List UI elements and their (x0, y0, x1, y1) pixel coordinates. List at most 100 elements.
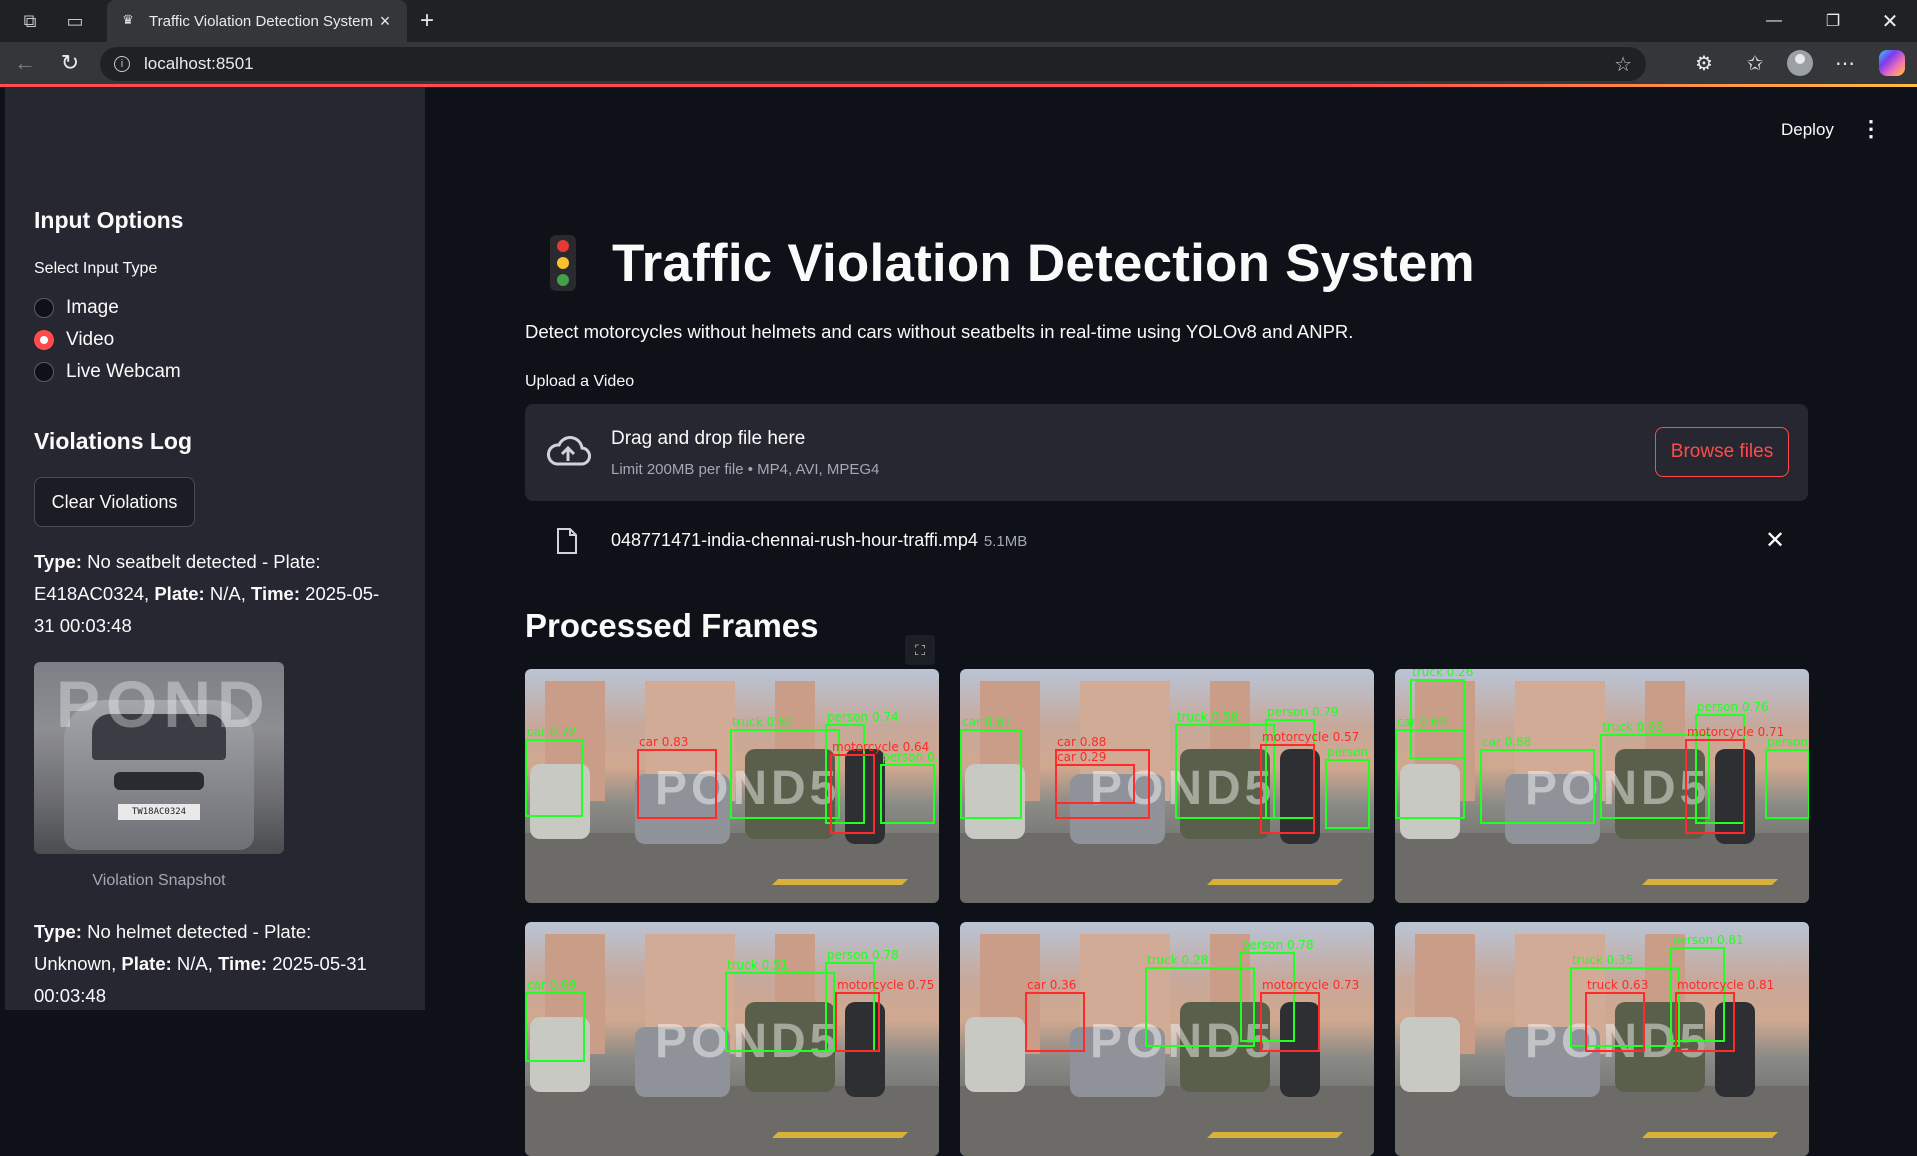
detection-label: person 0.74 (827, 710, 899, 724)
new-tab-icon[interactable]: + (412, 0, 442, 42)
favorites-icon[interactable]: ✩ (1733, 42, 1777, 84)
detection-label: person 0.79 (1267, 705, 1339, 719)
detection-label: car 0.88 (1482, 735, 1532, 749)
site-info-icon[interactable]: i (114, 56, 130, 72)
minimize-icon[interactable]: — (1746, 0, 1802, 42)
detection-label: motorcycle 0.81 (1677, 978, 1775, 992)
back-icon[interactable]: ← (3, 42, 47, 84)
main-menu-icon[interactable]: ⋮ (1860, 116, 1882, 142)
detection-box: truck 0.28 (1145, 953, 1255, 1047)
url-text: localhost:8501 (144, 54, 254, 73)
detection-box: person 0.5 (880, 750, 939, 824)
dropzone-instructions: Drag and drop file here (611, 428, 806, 449)
window-close-icon[interactable]: ✕ (1862, 0, 1917, 42)
detection-box: car 0.88 (1480, 735, 1595, 824)
upload-label: Upload a Video (525, 373, 635, 390)
streamlit-favicon-icon: ♛ (122, 12, 134, 27)
profile-icon[interactable] (1778, 42, 1822, 84)
detection-label: car 0.83 (639, 735, 689, 749)
uploaded-file-name: 048771471-india-chennai-rush-hour-traffi… (611, 530, 1028, 550)
dropzone-limit: Limit 200MB per file • MP4, AVI, MPEG4 (611, 461, 880, 478)
copilot-icon[interactable] (1870, 42, 1914, 84)
fullscreen-icon[interactable]: ⛶ (905, 635, 935, 665)
processed-frame-image: POND5 car 0.61 car 0.88 car 0.29 truck 0.58 p… (960, 669, 1374, 903)
detection-box: person (1325, 745, 1370, 829)
url-input[interactable]: i localhost:8501 ☆ (100, 47, 1646, 81)
extensions-icon[interactable]: ⚙ (1682, 42, 1726, 84)
file-icon (557, 528, 577, 554)
clear-violations-button[interactable]: Clear Violations (34, 477, 195, 527)
detection-box: truck 0.62 (730, 715, 840, 819)
processed-frame-image: POND5 truck 0.28 car 0.36 person 0.78 motorc… (960, 922, 1374, 1156)
detection-label: motorcycle 0.73 (1262, 978, 1360, 992)
processed-frame-image: POND5 car 0.69 truck 0.51 person 0.78 motorc… (525, 922, 939, 1156)
snapshot-watermark: POND (56, 667, 271, 741)
close-tab-icon[interactable]: × (375, 11, 395, 32)
favorite-star-icon[interactable]: ☆ (1614, 52, 1632, 77)
radio-unchecked-icon (34, 362, 54, 382)
sidebar: Input Options Select Input Type Image Vi… (5, 87, 425, 1010)
detection-label: person 0.78 (1242, 938, 1314, 952)
workspaces-icon[interactable]: ⧉ (10, 0, 50, 42)
radio-live-webcam[interactable]: Live Webcam (34, 361, 181, 383)
detection-box: car 0.69 (525, 978, 585, 1062)
detection-label: motorcycle 0.75 (837, 978, 935, 992)
detection-box: motorcycle 0.71 (1685, 725, 1784, 834)
detection-box: motorcycle 0.57 (1260, 730, 1359, 834)
detection-label: car 0.69 (527, 978, 577, 992)
detection-label: person 0.76 (1697, 700, 1769, 714)
detection-label: truck 0.63 (1587, 978, 1649, 992)
browser-tab[interactable]: ♛ Traffic Violation Detection System × (107, 0, 407, 42)
traffic-light-icon (550, 235, 576, 291)
detection-box: car 0.36 (1025, 978, 1085, 1052)
detection-box: motorcycle 0.81 (1675, 978, 1774, 1052)
detection-box: car 0.61 (960, 715, 1022, 819)
radio-video[interactable]: Video (34, 329, 114, 351)
detection-box: truck 0.51 (725, 958, 835, 1052)
detection-box: motorcycle 0.75 (835, 978, 934, 1052)
processed-frame-image: POND5 truck 0.26 car 0.64 car 0.88 truck 0.6… (1395, 669, 1809, 903)
radio-label: Live Webcam (66, 361, 181, 382)
tab-actions-icon[interactable]: ▭ (55, 0, 95, 42)
page-subtitle: Detect motorcycles without helmets and c… (525, 321, 1354, 342)
detection-label: car 0.61 (962, 715, 1012, 729)
detection-label: person 0.78 (827, 948, 899, 962)
detection-label: person (1767, 735, 1809, 749)
browse-files-button[interactable]: Browse files (1655, 427, 1789, 477)
violation-entry: Type: No helmet detected - Plate: Unknow… (34, 921, 367, 1006)
detection-box: person (1765, 735, 1809, 819)
detection-label: truck 0.58 (1177, 710, 1239, 724)
detection-label: car 0.64 (1397, 715, 1447, 729)
violations-log-heading: Violations Log (34, 428, 193, 454)
radio-unchecked-icon (34, 298, 54, 318)
processed-frame-image: POND5 car 0.72 car 0.83 truck 0.62 person 0.… (525, 669, 939, 903)
more-options-icon[interactable]: ⋯ (1823, 42, 1867, 84)
detection-label: motorcycle 0.57 (1262, 730, 1360, 744)
detection-label: truck 0.26 (1412, 669, 1474, 679)
radio-checked-icon (34, 330, 54, 350)
detection-label: car 0.36 (1027, 978, 1077, 992)
file-size: 5.1MB (983, 533, 1028, 550)
detection-box: motorcycle 0.73 (1260, 978, 1359, 1052)
detection-label: truck 0.63 (1602, 720, 1664, 734)
restore-icon[interactable]: ❐ (1805, 0, 1861, 42)
processed-frames-heading: Processed Frames (525, 607, 819, 644)
detection-box: car 0.83 (637, 735, 717, 819)
detection-box: car 0.64 (1395, 715, 1465, 819)
file-dropzone[interactable] (525, 404, 1808, 501)
detection-box: motorcycle 0.64 (830, 740, 929, 834)
remove-file-icon[interactable]: ✕ (1765, 526, 1785, 555)
cloud-upload-icon (547, 436, 591, 466)
detection-box: truck 0.63 (1585, 978, 1648, 1052)
violation-entry: Type: No seatbelt detected - Plate: E418… (34, 551, 380, 636)
detection-label: car 0.88 (1057, 735, 1107, 749)
radio-image[interactable]: Image (34, 297, 119, 319)
radio-label: Video (66, 329, 115, 350)
detection-label: car 0.29 (1057, 750, 1107, 764)
processed-frame-image: POND5 truck 0.35 truck 0.63 person 0.81 moto… (1395, 922, 1809, 1156)
detection-label: car 0.72 (527, 725, 577, 739)
page-title: Traffic Violation Detection System (612, 234, 1475, 293)
reload-icon[interactable]: ↻ (48, 42, 92, 84)
deploy-button[interactable]: Deploy (1781, 120, 1834, 140)
violation-snapshot-image: TW18AC0324 POND (34, 662, 284, 854)
